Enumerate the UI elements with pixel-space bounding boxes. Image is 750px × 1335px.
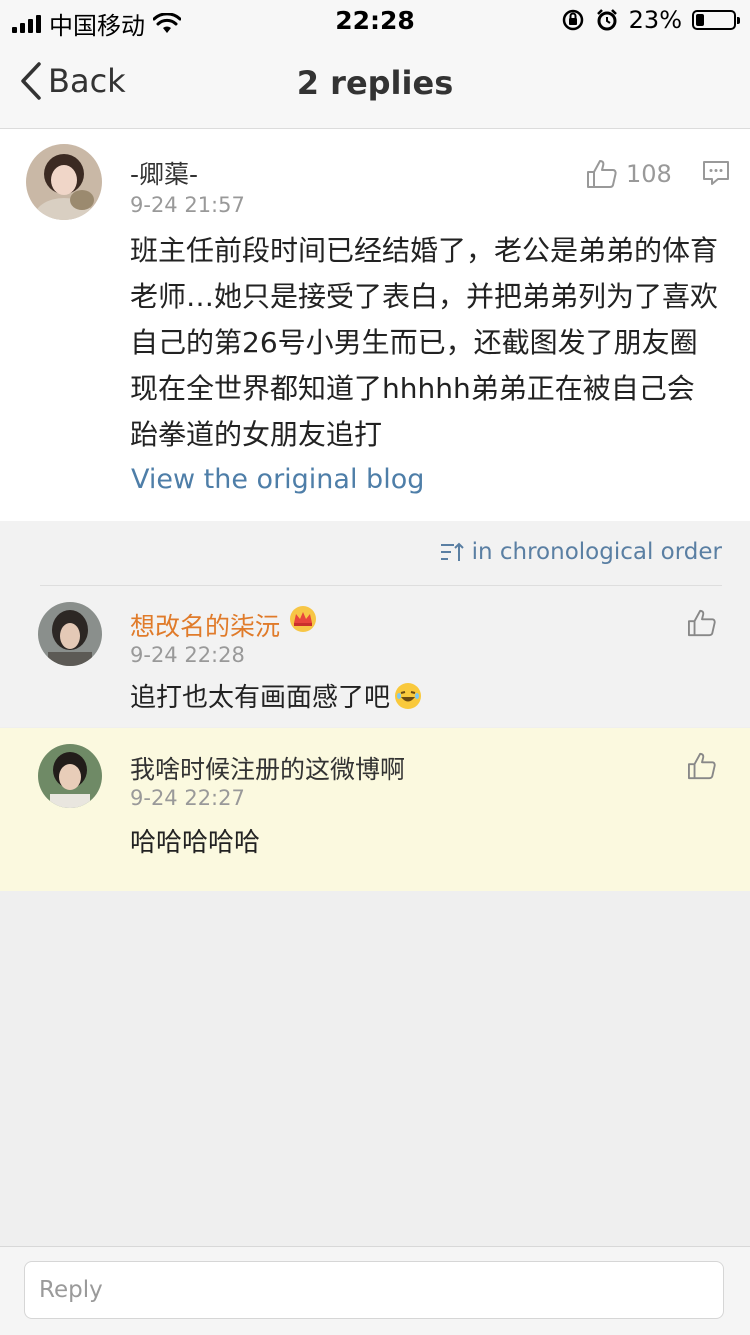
reply-author[interactable]: 想改名的柒沅 [130,607,280,643]
comment-text: 班主任前段时间已经结婚了，老公是弟弟的体育老师…她只是接受了表白，并把弟弟列为了… [130,234,719,451]
battery-percent: 23% [628,6,682,34]
reply-text-row: 追打也太有画面感了吧 [130,677,422,714]
main-comment: -卿蕖- 9-24 21:57 108 班主任前段时间已经结婚了，老公是弟弟的体… [0,129,750,521]
battery-icon [692,10,740,30]
laughing-emoji-icon [395,682,422,709]
like-count: 108 [626,160,672,188]
page-title: 2 replies [296,64,454,102]
thumbs-up-icon[interactable] [687,609,717,637]
reply-author[interactable]: 我啥时候注册的这微博啊 [130,750,405,786]
nav-bar: Back 2 replies [0,40,750,129]
status-bar: 中国移动 22:28 23% [0,0,750,40]
view-original-link[interactable]: View the original blog [131,464,424,495]
orientation-lock-icon [562,9,583,31]
reply-item: 我啥时候注册的这微博啊 9-24 22:27 哈哈哈哈哈 [0,728,750,891]
sort-bar: in chronological order [0,521,750,585]
divider [40,585,722,586]
status-right: 23% [561,6,740,34]
avatar[interactable] [38,744,102,808]
comment-icon[interactable] [702,159,730,187]
thumbs-up-icon [587,160,617,188]
like-button[interactable]: 108 [586,159,672,189]
crown-icon [290,606,316,632]
alarm-icon [596,9,617,31]
sort-icon [440,542,464,561]
comment-time: 9-24 21:57 [130,193,245,217]
reply-bar [0,1246,750,1335]
reply-item: 想改名的柒沅 9-24 22:28 追打也太有画面感了吧 [0,585,750,727]
reply-text: 哈哈哈哈哈 [130,828,261,858]
author-name[interactable]: -卿蕖- [130,155,198,191]
sort-label: in chronological order [471,539,722,565]
reply-time: 9-24 22:27 [130,786,245,810]
reply-input[interactable] [24,1261,724,1319]
reply-text: 追打也太有画面感了吧 [130,683,391,713]
sort-toggle[interactable]: in chronological order [440,539,722,565]
avatar[interactable] [38,602,102,666]
thumbs-up-icon[interactable] [687,752,717,780]
reply-time: 9-24 22:28 [130,643,245,667]
avatar[interactable] [26,144,102,220]
